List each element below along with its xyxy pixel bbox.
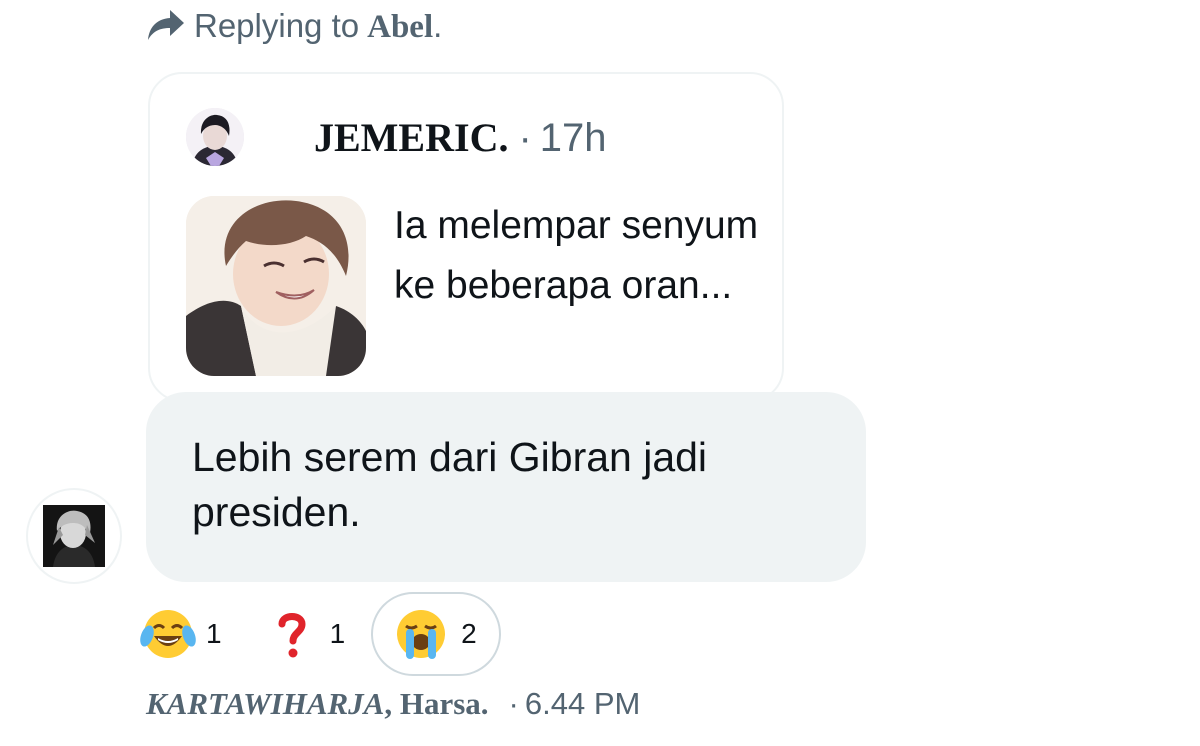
quoted-header: JEMERIC. · 17h [314,114,607,161]
reaction-question[interactable]: 1 [264,592,346,676]
reply-target-name[interactable]: Abel [367,9,433,45]
face-with-tears-of-joy-icon [140,610,196,658]
message-bubble[interactable]: Lebih serem dari Gibran jadi presiden. [146,392,866,582]
reply-target-suffix: . [433,6,443,44]
reply-arrow-icon [148,10,184,40]
replying-to-line: Replying to Abel. [146,4,442,48]
reaction-count: 1 [206,618,222,649]
sender-avatar[interactable] [26,488,122,584]
quoted-message-text: Ia melempar senyum ke beberapa oran... [394,204,759,307]
replying-to-label: Replying to [194,7,360,44]
quoted-separator: · [518,116,532,160]
loudly-crying-face-icon [397,610,446,659]
reaction-joy[interactable]: 1 [140,592,222,676]
sender-name-part2: , Harsa. [384,686,489,721]
reaction-count: 2 [461,618,477,649]
message-footer: KARTAWIHARJA, Harsa. · 6.44 PM [146,686,640,722]
message-timestamp: 6.44 PM [524,686,641,721]
sender-name-part1: KARTAWIHARJA [146,686,385,721]
quoted-image-thumbnail[interactable] [186,196,366,376]
red-question-mark-icon [278,613,306,658]
footer-separator: · [508,686,519,721]
reaction-count: 1 [329,618,346,649]
reaction-crying-selected[interactable]: 2 [371,592,501,676]
quoted-message-card[interactable]: JEMERIC. · 17h Ia melempar senyum ke beb… [148,72,784,402]
quoted-timestamp: 17h [539,116,607,160]
quoted-author-avatar[interactable] [186,108,244,166]
reactions-row: 1 1 2 [140,592,501,676]
sender-name[interactable]: KARTAWIHARJA, Harsa. [146,686,489,722]
message-text: Lebih serem dari Gibran jadi presiden. [192,434,708,535]
quoted-author-name[interactable]: JEMERIC. [314,114,508,161]
